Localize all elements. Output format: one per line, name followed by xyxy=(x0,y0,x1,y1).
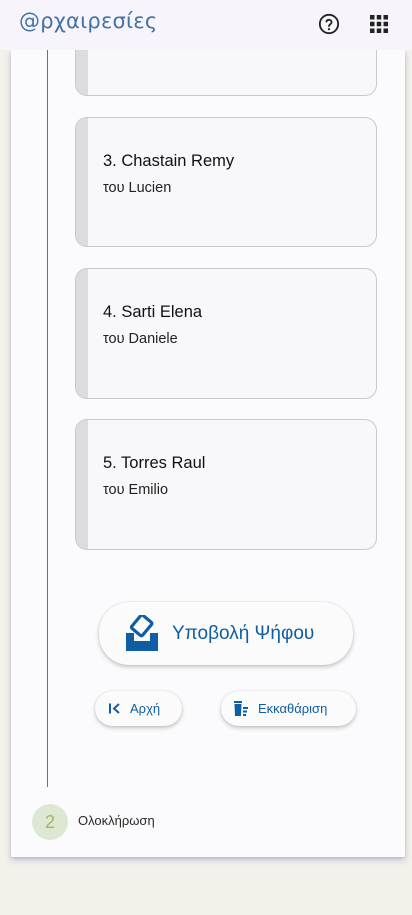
help-circle-icon[interactable] xyxy=(318,13,340,35)
submit-vote-button[interactable]: Υποβολή Ψήφου xyxy=(99,602,353,665)
submit-vote-label: Υποβολή Ψήφου xyxy=(172,622,315,644)
candidate-card[interactable]: 5. Torres Raul του Emilio xyxy=(75,419,377,550)
candidate-card[interactable]: 3. Chastain Remy του Lucien xyxy=(75,117,377,247)
first-page-icon xyxy=(109,703,120,714)
clear-button[interactable]: Εκκαθάριση xyxy=(221,691,356,726)
step-label: Ολοκλήρωση xyxy=(78,813,155,828)
start-button[interactable]: Αρχή xyxy=(95,691,182,726)
candidate-father: του Lucien xyxy=(103,180,172,196)
app-header: @ρχαιρεσίες xyxy=(0,0,412,50)
app-brand: @ρχαιρεσίες xyxy=(19,9,158,33)
ballot-box-icon xyxy=(126,614,158,651)
candidate-father: του Emilio xyxy=(103,482,169,498)
clear-label: Εκκαθάριση xyxy=(258,701,328,716)
candidate-name: 3. Chastain Remy xyxy=(103,152,235,170)
apps-grid-icon[interactable] xyxy=(370,15,388,33)
candidate-name: 4. Sarti Elena xyxy=(103,303,203,321)
ballot-panel: 3. Chastain Remy του Lucien 4. Sarti Ele… xyxy=(11,10,405,857)
step-number-badge[interactable]: 2 xyxy=(32,804,68,840)
candidate-card[interactable]: 4. Sarti Elena του Daniele xyxy=(75,268,377,399)
stepper-line xyxy=(47,50,48,787)
clear-all-icon xyxy=(234,701,248,716)
candidate-name: 5. Torres Raul xyxy=(103,454,206,472)
candidate-father: του Daniele xyxy=(103,331,178,347)
start-label: Αρχή xyxy=(130,701,161,716)
